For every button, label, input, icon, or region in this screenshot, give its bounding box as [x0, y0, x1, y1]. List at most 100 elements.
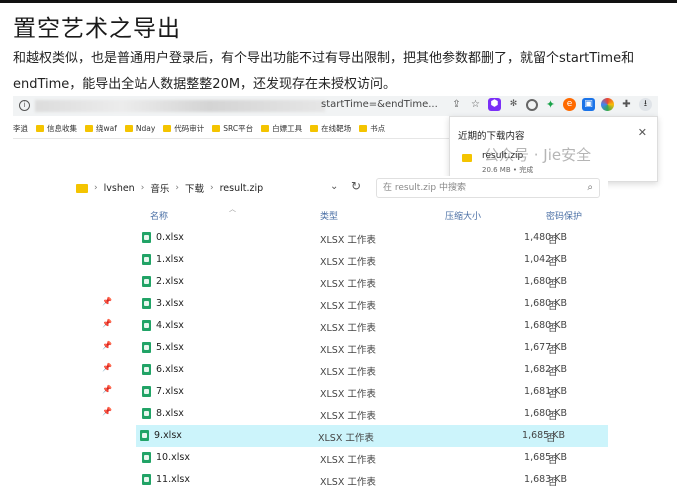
ext-orange-icon[interactable]: e — [563, 98, 576, 111]
file-password: 否 — [548, 345, 558, 356]
folder-icon — [85, 124, 93, 132]
breadcrumb-item[interactable]: lvshen — [104, 183, 135, 194]
bookmark-label: Nday — [135, 123, 156, 133]
file-type: XLSX 工作表 — [318, 433, 374, 444]
file-password: 否 — [548, 411, 558, 422]
chevron-down-icon[interactable]: ⌄ — [330, 181, 338, 192]
column-header-type[interactable]: 类型 — [320, 209, 338, 222]
top-rule — [0, 0, 677, 3]
excel-file-icon — [142, 232, 151, 243]
bookmark-label: 代码审计 — [174, 123, 205, 133]
file-name: 2.xlsx — [156, 276, 184, 287]
file-type: XLSX 工作表 — [320, 455, 376, 466]
chevron-right-icon: › — [140, 183, 145, 193]
article-paragraph: 和越权类似，也是普通用户登录后，有个导出功能不过有导出限制，把其他参数都删了，就… — [13, 46, 668, 98]
pin-icon[interactable]: 📌 — [102, 407, 112, 416]
excel-file-icon — [142, 254, 151, 265]
breadcrumb-item[interactable]: 音乐 — [150, 181, 169, 195]
file-type: XLSX 工作表 — [320, 345, 376, 356]
bookmarks-bar: 李逍 信息收集 绕waf Nday 代码审计 SRC平台 白嫖工具 在线靶场 书… — [13, 120, 453, 136]
file-type: XLSX 工作表 — [320, 257, 376, 268]
excel-file-icon — [142, 320, 151, 331]
browser-toolbar-icons: ⇪ ☆ ⬢ ✻ ✦ e ▣ ✚ ⭳ — [450, 98, 652, 111]
file-name: 6.xlsx — [156, 364, 184, 375]
pin-icon[interactable]: 📌 — [102, 319, 112, 328]
ext-circle-icon[interactable] — [526, 98, 538, 111]
file-row[interactable]: 1.xlsx XLSX 工作表 1,042 KB 否 — [138, 249, 608, 271]
chevron-right-icon: › — [175, 183, 179, 193]
column-header-size[interactable]: 压缩大小 — [445, 209, 481, 222]
refresh-icon[interactable]: ↻ — [351, 179, 361, 193]
close-icon[interactable]: ✕ — [638, 126, 647, 139]
file-name: 10.xlsx — [156, 452, 190, 463]
file-name: 0.xlsx — [156, 232, 184, 243]
breadcrumb: › lvshen › 音乐 › 下载 › result.zip — [76, 181, 263, 195]
bookmark-item[interactable]: 书点 — [359, 123, 385, 134]
file-type: XLSX 工作表 — [320, 477, 376, 488]
bookmark-label: SRC平台 — [223, 123, 254, 133]
bookmark-item[interactable]: 绕waf — [85, 123, 117, 134]
pin-icon[interactable]: 📌 — [102, 385, 112, 394]
file-row[interactable]: 4.xlsx XLSX 工作表 1,680 KB 否 — [138, 315, 608, 337]
file-type: XLSX 工作表 — [320, 367, 376, 378]
file-row[interactable]: 7.xlsx XLSX 工作表 1,681 KB 否 — [138, 381, 608, 403]
pin-icon[interactable]: 📌 — [102, 341, 112, 350]
file-row[interactable]: 11.xlsx XLSX 工作表 1,683 KB 否 — [138, 469, 608, 491]
folder-icon — [36, 124, 44, 132]
bookmark-item[interactable]: 白嫖工具 — [261, 123, 302, 134]
ext-color-icon[interactable] — [601, 98, 614, 111]
bookmark-item[interactable]: 信息收集 — [36, 123, 77, 134]
pin-icon[interactable]: 📌 — [102, 297, 112, 306]
file-row[interactable]: 3.xlsx XLSX 工作表 1,680 KB 否 — [138, 293, 608, 315]
ext-purple-icon[interactable]: ⬢ — [488, 98, 501, 111]
bookmark-label: 白嫖工具 — [272, 123, 303, 133]
folder-icon — [163, 124, 172, 132]
excel-file-icon — [142, 386, 151, 397]
zip-file-icon — [462, 154, 472, 162]
file-name: 8.xlsx — [156, 408, 184, 419]
folder-icon — [76, 183, 88, 193]
ext-green-icon[interactable]: ✦ — [544, 98, 557, 111]
breadcrumb-item[interactable]: 下载 — [185, 181, 204, 195]
folder-icon — [212, 124, 221, 132]
watermark: 公众号 · Jie安全 — [484, 146, 592, 164]
file-explorer: › lvshen › 音乐 › 下载 › result.zip ⌄ ↻ 在 re… — [68, 176, 608, 488]
ext-gear-icon[interactable]: ✻ — [507, 98, 520, 111]
download-icon[interactable]: ⭳ — [639, 98, 652, 111]
file-name: 9.xlsx — [154, 430, 182, 441]
folder-icon — [310, 124, 319, 132]
bookmark-item[interactable]: Nday — [124, 123, 156, 133]
pin-icon[interactable]: 📌 — [102, 363, 112, 372]
file-row[interactable]: 0.xlsx XLSX 工作表 1,480 KB 否 — [138, 227, 608, 249]
bookmark-item[interactable]: 代码审计 — [163, 123, 204, 134]
ext-blue-icon[interactable]: ▣ — [582, 98, 595, 111]
bookmark-item[interactable]: SRC平台 — [212, 123, 253, 134]
search-input[interactable]: 在 result.zip 中搜索 ⌕ — [376, 178, 600, 198]
file-row[interactable]: 8.xlsx XLSX 工作表 1,680 KB 否 — [138, 403, 608, 425]
file-password: 否 — [548, 455, 558, 466]
file-password: 否 — [548, 477, 558, 488]
url-text[interactable]: startTime=&endTime... — [321, 99, 438, 110]
file-name: 11.xlsx — [156, 474, 190, 485]
file-type: XLSX 工作表 — [320, 389, 376, 400]
paragraph-line-2: endTime，能导出全站人数据整整20M，还发现存在未授权访问。 — [13, 77, 397, 92]
file-row[interactable]: 9.xlsx XLSX 工作表 1,685 KB 否 — [136, 425, 608, 447]
puzzle-icon[interactable]: ✚ — [620, 98, 633, 111]
column-header-name[interactable]: 名称 — [150, 209, 168, 222]
file-row[interactable]: 6.xlsx XLSX 工作表 1,682 KB 否 — [138, 359, 608, 381]
column-header-password[interactable]: 密码保护 — [546, 209, 582, 222]
excel-file-icon — [140, 430, 149, 441]
browser-address-bar[interactable]: i startTime=&endTime... ⇪ ☆ ⬢ ✻ ✦ e ▣ ✚ … — [13, 96, 658, 116]
share-icon[interactable]: ⇪ — [450, 98, 463, 111]
bookmark-item[interactable]: 李逍 — [13, 123, 28, 134]
file-type: XLSX 工作表 — [320, 323, 376, 334]
site-info-icon[interactable]: i — [19, 100, 30, 111]
file-row[interactable]: 5.xlsx XLSX 工作表 1,677 KB 否 — [138, 337, 608, 359]
file-list: 0.xlsx XLSX 工作表 1,480 KB 否 1.xlsx XLSX 工作表 1,0… — [136, 227, 608, 491]
file-row[interactable]: 10.xlsx XLSX 工作表 1,685 KB 否 — [138, 447, 608, 469]
popup-title: 近期的下载内容 — [458, 131, 525, 142]
file-row[interactable]: 2.xlsx XLSX 工作表 1,680 KB 否 — [138, 271, 608, 293]
bookmark-item[interactable]: 在线靶场 — [310, 123, 351, 134]
breadcrumb-item[interactable]: result.zip — [220, 183, 264, 194]
star-icon[interactable]: ☆ — [469, 98, 482, 111]
